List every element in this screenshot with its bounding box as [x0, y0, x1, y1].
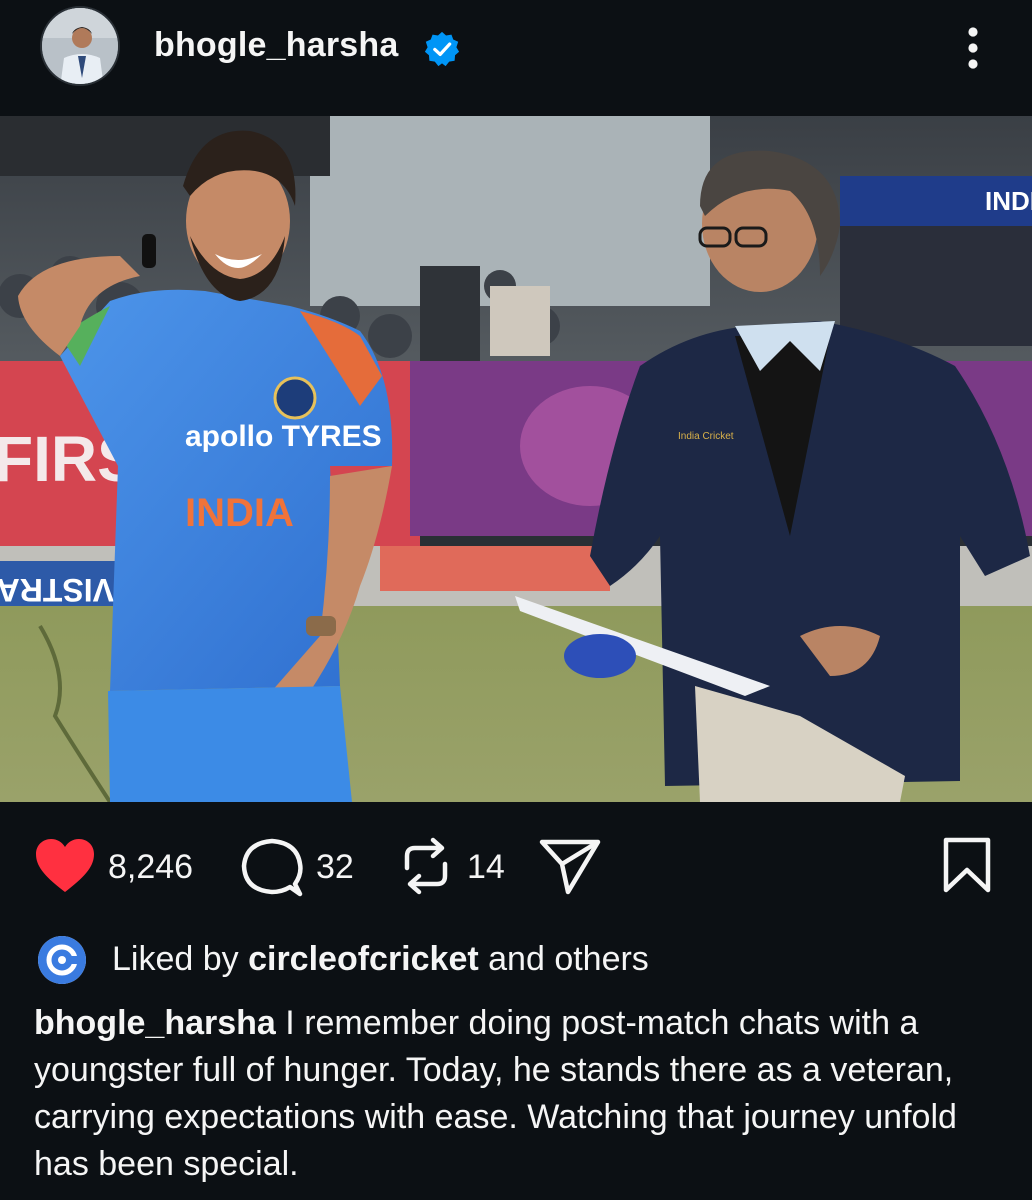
liked-by-avatar[interactable] — [38, 936, 86, 984]
liked-by-suffix[interactable]: and others — [488, 940, 649, 978]
stadium-scene: INDI FIRS VISTRA apollo TYRES INDIA Indi… — [0, 116, 1032, 802]
repost-count[interactable]: 14 — [467, 848, 505, 887]
caption-username[interactable]: bhogle_harsha — [34, 1004, 276, 1042]
board-text-topright: INDI — [985, 186, 1032, 216]
liked-by-text: Liked by circleofcricket and others — [112, 940, 649, 979]
post-username[interactable]: bhogle_harsha — [154, 26, 398, 65]
kebab-menu-icon[interactable] — [954, 22, 994, 74]
jersey-sponsor: apollo TYRES — [185, 420, 382, 453]
liked-by-row: Liked by circleofcricket and others — [36, 934, 1026, 984]
post-action-bar: 8,246 32 14 — [0, 802, 1032, 922]
liked-by-prefix: Liked by — [112, 940, 239, 978]
repost-arrows-icon[interactable] — [397, 836, 455, 896]
circleofcricket-logo-icon — [38, 936, 86, 984]
verified-badge-icon — [424, 31, 460, 67]
post-caption: bhogle_harsha I remember doing post-matc… — [34, 1000, 1014, 1188]
profile-avatar[interactable] — [40, 6, 120, 86]
jersey-team-name: INDIA — [185, 491, 294, 535]
post-header: bhogle_harsha — [0, 0, 1032, 116]
paper-plane-icon[interactable] — [538, 836, 602, 896]
blazer-logo-text: India Cricket — [678, 431, 734, 442]
post-photo[interactable]: INDI FIRS VISTRA apollo TYRES INDIA Indi… — [0, 116, 1032, 802]
comment-count[interactable]: 32 — [316, 848, 354, 887]
bookmark-icon[interactable] — [942, 836, 992, 894]
speech-bubble-icon[interactable] — [240, 838, 304, 898]
liked-by-username[interactable]: circleofcricket — [248, 940, 479, 978]
board-text-strip: VISTRA — [0, 572, 114, 608]
like-count[interactable]: 8,246 — [108, 848, 193, 887]
heart-filled-icon[interactable] — [34, 838, 96, 894]
